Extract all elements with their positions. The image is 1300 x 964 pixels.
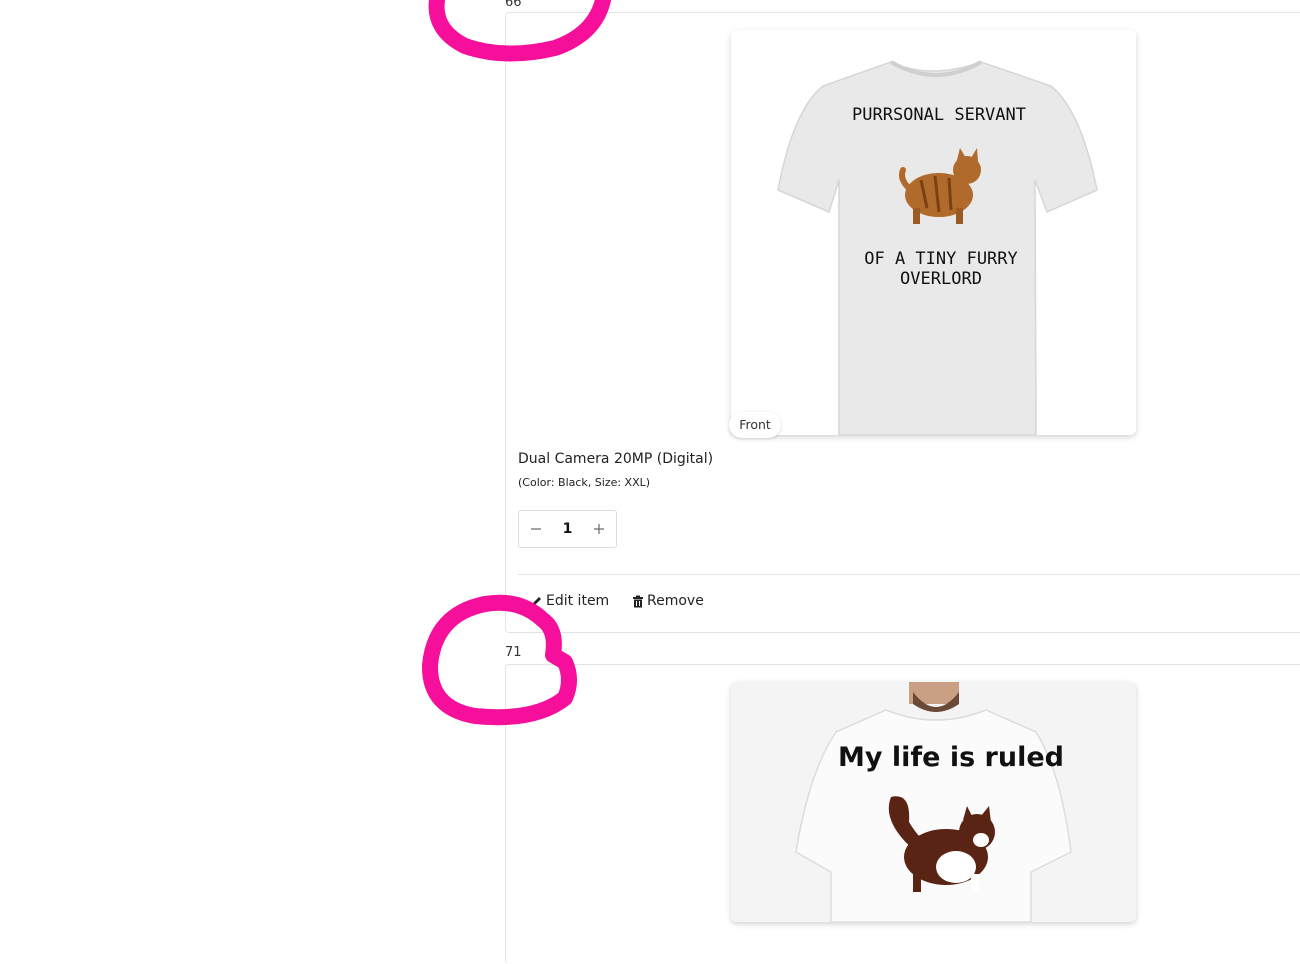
plus-icon [594,524,604,534]
trash-icon [633,595,643,607]
tshirt-model-graphic: My life is ruled [731,682,1136,922]
pencil-icon [532,596,541,606]
quantity-stepper: 1 [518,510,617,548]
design-line-1: My life is ruled [838,742,1064,773]
divider [518,574,1300,575]
product-image-front[interactable]: PURRSONAL SERVANT OF A TINY FURRY OVERLO… [731,30,1136,435]
item-number: 66 [505,0,522,10]
product-image-front[interactable]: My life is ruled [731,682,1136,922]
item-number: 71 [505,645,522,660]
image-view-badge: Front [729,412,781,438]
product-name[interactable]: Dual Camera 20MP (Digital) [518,451,713,467]
design-line-3: OVERLORD [900,269,982,289]
increase-quantity-button[interactable] [592,522,606,536]
edit-item-button[interactable]: Edit item [530,593,609,609]
minus-icon [531,528,541,530]
design-line-1: PURRSONAL SERVANT [852,105,1026,125]
product-options: (Color: Black, Size: XXL) [518,476,651,489]
decrease-quantity-button[interactable] [529,522,543,536]
edit-item-label: Edit item [546,593,610,609]
remove-item-label: Remove [647,593,704,609]
remove-item-button[interactable]: Remove [632,593,704,609]
tshirt-graphic: PURRSONAL SERVANT OF A TINY FURRY OVERLO… [731,30,1136,435]
design-line-2: OF A TINY FURRY [864,249,1018,269]
quantity-value[interactable]: 1 [563,521,573,537]
